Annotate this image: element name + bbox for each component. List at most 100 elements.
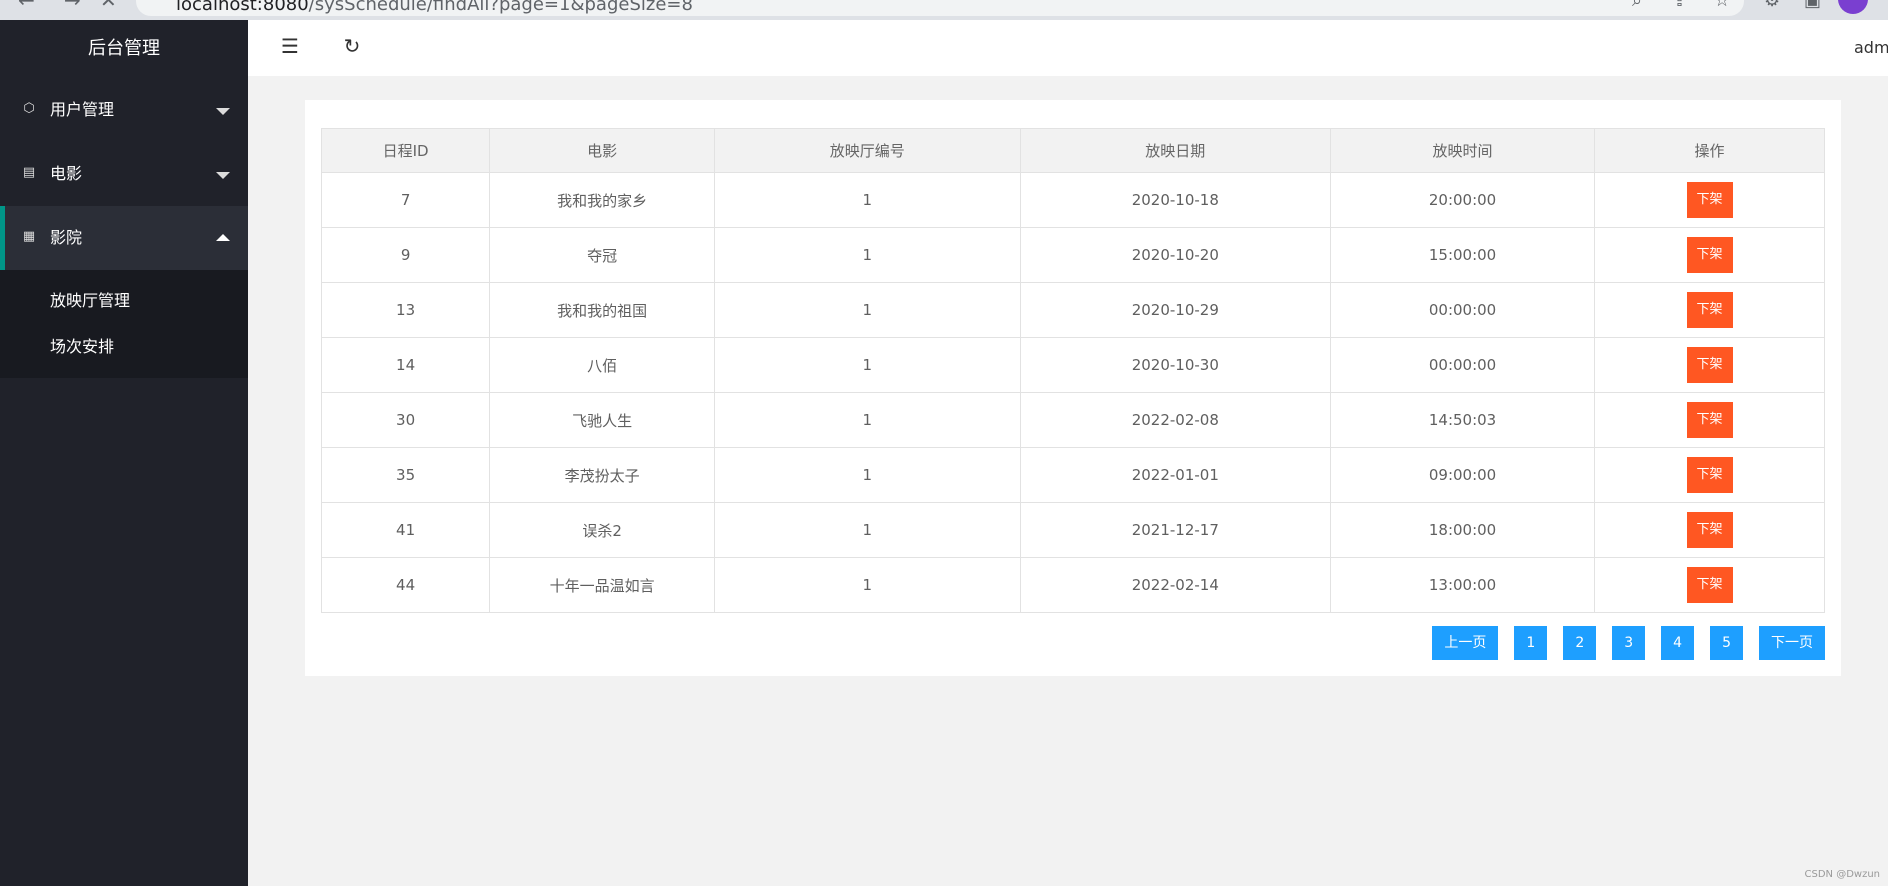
cell-actions: 下架 [1594, 447, 1825, 503]
next-page-button[interactable]: 下一页 [1759, 626, 1825, 660]
sidebar-item-cinema[interactable]: ▦ 影院 [0, 206, 248, 270]
table-row: 14 八佰 1 2020-10-30 00:00:00 下架 [320, 337, 1825, 393]
cell-show-time: 00:00:00 [1330, 337, 1596, 393]
table-row: 35 李茂扮太子 1 2022-01-01 09:00:00 下架 [320, 447, 1825, 503]
page-button-5[interactable]: 5 [1710, 626, 1743, 660]
cell-hall-number: 1 [714, 502, 1021, 558]
cell-actions: 下架 [1594, 172, 1825, 228]
window-icon[interactable]: ▣ [1804, 0, 1821, 11]
star-icon[interactable]: ☆ [1714, 0, 1730, 11]
table-row: 9 夺冠 1 2020-10-20 15:00:00 下架 [320, 227, 1825, 283]
back-arrow-icon[interactable]: ← [18, 0, 35, 12]
apps-icon: ▦ [22, 229, 36, 244]
cell-schedule-id: 14 [320, 337, 491, 393]
column-header: 放映时间 [1330, 128, 1596, 173]
cell-show-time: 13:00:00 [1330, 557, 1596, 613]
cell-movie: 飞驰人生 [489, 392, 716, 448]
cell-schedule-id: 30 [320, 392, 491, 448]
cell-actions: 下架 [1594, 392, 1825, 448]
table-row: 30 飞驰人生 1 2022-02-08 14:50:03 下架 [320, 392, 1825, 448]
take-offline-button[interactable]: 下架 [1686, 567, 1733, 603]
cell-show-time: 14:50:03 [1330, 392, 1596, 448]
cell-schedule-id: 41 [320, 502, 491, 558]
top-header: ☰ ↻ admin [248, 20, 1888, 76]
take-offline-button[interactable]: 下架 [1686, 457, 1733, 493]
column-header: 操作 [1594, 128, 1825, 173]
take-offline-button[interactable]: 下架 [1686, 292, 1733, 328]
page-button-4[interactable]: 4 [1661, 626, 1695, 660]
forward-arrow-icon[interactable]: → [64, 0, 81, 12]
cell-actions: 下架 [1594, 282, 1825, 338]
cinema-submenu: 放映厅管理 场次安排 [0, 270, 248, 378]
sidebar-item-user-management[interactable]: ⬡ 用户管理 [0, 78, 248, 142]
zoom-icon[interactable]: ⌕ [1632, 0, 1642, 11]
column-header: 电影 [489, 128, 716, 173]
cell-movie: 夺冠 [489, 227, 716, 283]
address-bar[interactable]: localhost:8080/sysSchedule/findAll?page=… [136, 0, 1744, 16]
cell-show-time: 20:00:00 [1330, 172, 1596, 228]
cell-show-date: 2022-01-01 [1019, 447, 1332, 503]
watermark: CSDN @Dwzun [1804, 869, 1881, 880]
cell-show-date: 2022-02-14 [1019, 557, 1332, 613]
cell-movie: 我和我的祖国 [489, 282, 716, 338]
cell-hall-number: 1 [714, 282, 1021, 338]
chevron-down-icon [216, 172, 230, 179]
table-header-row: 日程ID 电影 放映厅编号 放映日期 放映时间 操作 [320, 128, 1825, 173]
cell-movie: 我和我的家乡 [489, 172, 716, 228]
extensions-icon[interactable]: ⚙ [1764, 0, 1780, 11]
cell-show-time: 09:00:00 [1330, 447, 1596, 503]
column-header: 放映日期 [1019, 128, 1332, 173]
page-button-2[interactable]: 2 [1563, 626, 1597, 660]
user-name[interactable]: admin [1854, 38, 1888, 57]
cell-hall-number: 1 [714, 392, 1021, 448]
address-bar-url: localhost:8080/sysSchedule/findAll?page=… [176, 0, 693, 15]
menu-collapse-icon[interactable]: ☰ [278, 34, 302, 58]
share-icon[interactable]: ⇪ [1672, 0, 1687, 11]
cell-schedule-id: 35 [320, 447, 491, 503]
page-button-3[interactable]: 3 [1612, 626, 1646, 660]
cell-show-date: 2020-10-29 [1019, 282, 1332, 338]
cell-movie: 十年一品温如言 [489, 557, 716, 613]
table-row: 44 十年一品温如言 1 2022-02-14 13:00:00 下架 [320, 557, 1825, 613]
refresh-icon[interactable]: ↻ [340, 34, 364, 58]
cell-show-date: 2020-10-18 [1019, 172, 1332, 228]
cell-show-date: 2021-12-17 [1019, 502, 1332, 558]
schedule-table: 日程ID 电影 放映厅编号 放映日期 放映时间 操作 7 我和我的家乡 1 2020-… [320, 128, 1825, 613]
column-header: 日程ID [320, 128, 491, 173]
cell-hall-number: 1 [714, 447, 1021, 503]
page-button-1[interactable]: 1 [1514, 626, 1548, 660]
cell-movie: 误杀2 [489, 502, 716, 558]
cell-hall-number: 1 [714, 337, 1021, 393]
cell-show-date: 2022-02-08 [1019, 392, 1332, 448]
take-offline-button[interactable]: 下架 [1686, 347, 1733, 383]
take-offline-button[interactable]: 下架 [1686, 512, 1733, 548]
table-row: 7 我和我的家乡 1 2020-10-18 20:00:00 下架 [320, 172, 1825, 228]
cell-schedule-id: 7 [320, 172, 491, 228]
sidebar-item-movies[interactable]: ▤ 电影 [0, 142, 248, 206]
app-title: 后台管理 [88, 38, 160, 59]
close-loading-icon[interactable]: ✕ [100, 0, 117, 12]
browser-toolbar: ← → ✕ localhost:8080/sysSchedule/findAll… [0, 0, 1888, 20]
cell-hall-number: 1 [714, 557, 1021, 613]
table-row: 41 误杀2 1 2021-12-17 18:00:00 下架 [320, 502, 1825, 558]
pagination: 上一页 1 2 3 4 5 下一页 [1432, 626, 1825, 660]
profile-avatar[interactable] [1838, 0, 1868, 14]
cell-show-date: 2020-10-20 [1019, 227, 1332, 283]
table-row: 13 我和我的祖国 1 2020-10-29 00:00:00 下架 [320, 282, 1825, 338]
prev-page-button[interactable]: 上一页 [1432, 626, 1499, 660]
chevron-down-icon [216, 108, 230, 115]
cell-show-time: 15:00:00 [1330, 227, 1596, 283]
take-offline-button[interactable]: 下架 [1686, 237, 1733, 273]
cell-actions: 下架 [1594, 227, 1825, 283]
cell-movie: 李茂扮太子 [489, 447, 716, 503]
take-offline-button[interactable]: 下架 [1686, 402, 1733, 438]
cell-actions: 下架 [1594, 557, 1825, 613]
cell-hall-number: 1 [714, 227, 1021, 283]
cell-schedule-id: 44 [320, 557, 491, 613]
sidebar-subitem-hall-management[interactable]: 放映厅管理 [0, 278, 248, 324]
cell-show-date: 2020-10-30 [1019, 337, 1332, 393]
cell-schedule-id: 9 [320, 227, 491, 283]
take-offline-button[interactable]: 下架 [1686, 182, 1733, 218]
sidebar-subitem-schedule[interactable]: 场次安排 [0, 324, 248, 370]
sidebar: 后台管理 ⬡ 用户管理 ▤ 电影 ▦ 影院 放映厅管理 场次安排 [0, 20, 248, 886]
